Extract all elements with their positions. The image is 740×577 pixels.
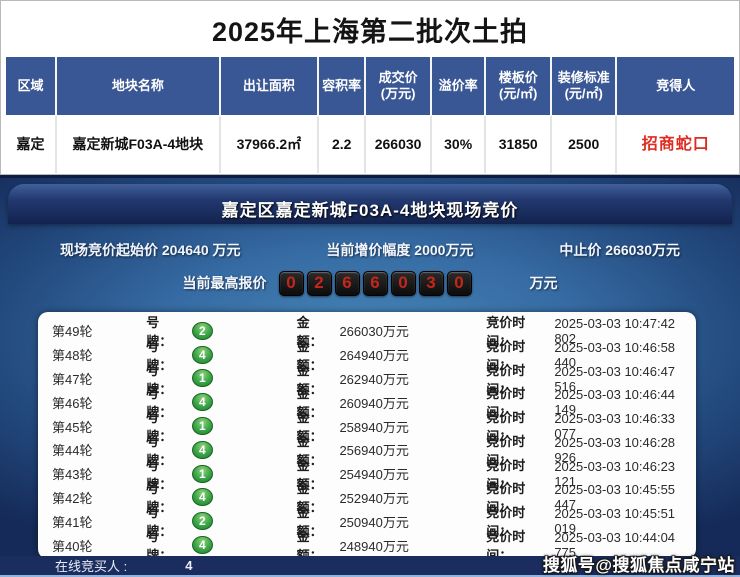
page-title: 2025年上海第二批次土拍: [1, 1, 739, 57]
paddle-number-badge: 1: [192, 417, 212, 435]
cell-region: 嘉定: [6, 115, 57, 174]
bid-amount: 254940万元: [339, 464, 444, 483]
bid-amount: 250940万元: [339, 512, 444, 531]
col-header-region: 区域: [6, 57, 57, 115]
digit-box: 0: [391, 271, 416, 296]
col-header-plot-name: 地块名称: [57, 57, 221, 115]
bid-amount: 264940万元: [339, 345, 444, 364]
highest-bid-unit: 万元: [530, 273, 558, 293]
col-header-winner: 竞得人: [617, 57, 733, 115]
col-header-price: 成交价 (万元): [366, 57, 432, 115]
bid-round: 第45轮: [52, 417, 108, 436]
bid-amount: 260940万元: [339, 393, 444, 412]
digit-box: 0: [279, 271, 304, 296]
bid-round: 第47轮: [52, 369, 108, 388]
online-bidders-label: 在线竞买人 :: [55, 556, 127, 575]
bid-round: 第42轮: [52, 488, 108, 507]
digit-box: 0: [447, 271, 472, 296]
paddle-number-badge: 1: [192, 465, 212, 483]
cell-floor-price: 31850: [486, 115, 552, 174]
amount-label: 金额：: [297, 526, 335, 559]
highest-bid-digit-display: 0 2 6 6 0 3 0: [279, 271, 472, 296]
bid-history-list: 第49轮 号牌： 2 金额： 266030万元 竞价时间： 2025-03-03…: [38, 312, 696, 559]
cell-far: 2.2: [319, 115, 366, 174]
paddle-number-badge: 2: [192, 512, 212, 530]
bid-round: 第49轮: [52, 321, 108, 340]
bid-round: 第43轮: [52, 464, 108, 483]
bid-amount: 248940万元: [339, 536, 444, 555]
bid-round: 第40轮: [52, 536, 108, 555]
col-header-floor-price: 楼板价 (元/㎡): [486, 57, 552, 115]
start-price-text: 现场竞价起始价 204640 万元: [60, 240, 241, 260]
cell-area: 37966.2㎡: [221, 115, 319, 174]
bid-amount: 266030万元: [339, 321, 444, 340]
paddle-number-badge: 4: [192, 393, 212, 411]
sohu-watermark: 搜狐号@搜狐焦点咸宁站: [543, 551, 735, 576]
bid-amount: 262940万元: [339, 369, 444, 388]
cell-plot-name: 嘉定新城F03A-4地块: [57, 115, 221, 174]
digit-box: 6: [363, 271, 388, 296]
col-header-far: 容积率: [319, 57, 366, 115]
online-bidders-count: 4: [185, 558, 192, 573]
cell-winner: 招商蛇口: [617, 115, 733, 174]
digit-box: 3: [419, 271, 444, 296]
col-header-decoration: 装修标准 (元/㎡): [552, 57, 618, 115]
bid-round: 第48轮: [52, 345, 108, 364]
table-row: 嘉定 嘉定新城F03A-4地块 37966.2㎡ 2.2 266030 30% …: [6, 115, 734, 174]
paddle-number-badge: 4: [192, 346, 212, 364]
panel-header-bar: 嘉定区嘉定新城F03A-4地块现场竞价: [8, 184, 732, 224]
paddle-number-badge: 1: [192, 369, 212, 387]
bid-amount: 258940万元: [339, 417, 444, 436]
paddle-number-badge: 4: [192, 536, 212, 554]
paddle-label: 号牌：: [146, 526, 184, 559]
digit-box: 2: [307, 271, 332, 296]
col-header-premium: 溢价率: [432, 57, 487, 115]
bid-amount: 252940万元: [339, 488, 444, 507]
highest-bid-label: 当前最高报价: [183, 273, 267, 293]
live-bidding-panel: 嘉定区嘉定新城F03A-4地块现场竞价 现场竞价起始价 204640 万元 当前…: [0, 175, 740, 577]
land-auction-summary: 2025年上海第二批次土拍 区域 地块名称 出让面积 容积率 成交价 (万元) …: [0, 0, 740, 175]
bid-round: 第46轮: [52, 393, 108, 412]
panel-title: 嘉定区嘉定新城F03A-4地块现场竞价: [222, 196, 519, 221]
digit-box: 6: [335, 271, 360, 296]
table-header-row: 区域 地块名称 出让面积 容积率 成交价 (万元) 溢价率 楼板价 (元/㎡) …: [6, 57, 734, 115]
highest-bid-line: 当前最高报价 0 2 6 6 0 3 0 万元: [0, 268, 740, 298]
paddle-number-badge: 4: [192, 441, 212, 459]
bid-round: 第44轮: [52, 440, 108, 459]
col-header-area: 出让面积: [221, 57, 319, 115]
cell-decoration: 2500: [552, 115, 618, 174]
screenshot-root: 2025年上海第二批次土拍 区域 地块名称 出让面积 容积率 成交价 (万元) …: [0, 0, 740, 577]
paddle-number-badge: 4: [192, 488, 212, 506]
bid-round: 第41轮: [52, 512, 108, 531]
auction-info-line: 现场竞价起始价 204640 万元 当前增价幅度 2000万元 中止价 2660…: [0, 240, 740, 260]
cell-premium: 30%: [432, 115, 487, 174]
increment-text: 当前增价幅度 2000万元: [326, 240, 473, 260]
land-result-table: 区域 地块名称 出让面积 容积率 成交价 (万元) 溢价率 楼板价 (元/㎡) …: [6, 57, 734, 173]
cell-price: 266030: [366, 115, 432, 174]
time-label: 竞价时间：: [486, 526, 549, 559]
bid-amount: 256940万元: [339, 440, 444, 459]
stop-price-text: 中止价 266030万元: [559, 240, 680, 260]
paddle-number-badge: 2: [192, 322, 212, 340]
